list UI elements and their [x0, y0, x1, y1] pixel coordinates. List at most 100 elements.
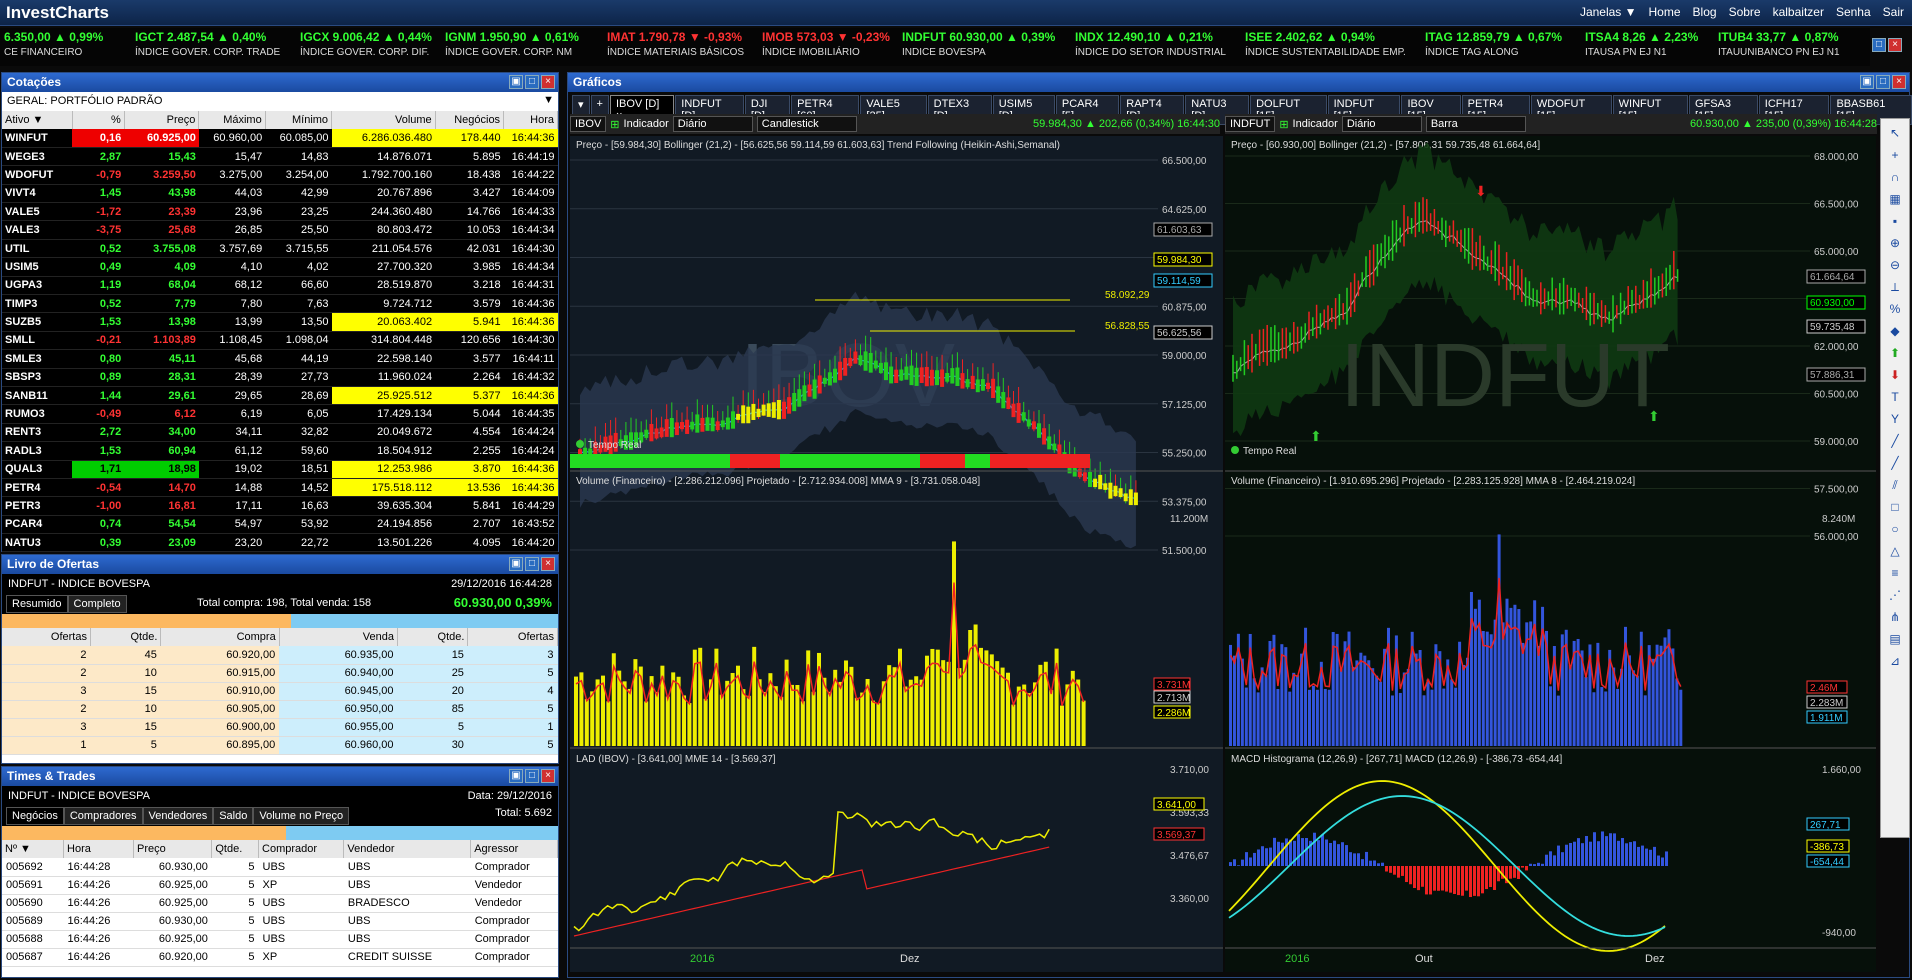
trades-tab[interactable]: Volume no Preço: [253, 807, 350, 825]
left-indicator-button[interactable]: Indicador: [624, 118, 669, 130]
trade-row[interactable]: 005690 16:44:26 60.925,00 5 UBS BRADESCO Vende…: [2, 894, 558, 913]
order-row[interactable]: 3 15 60.900,00 60.955,00 5 1: [2, 718, 558, 737]
column-header[interactable]: Nº ▼: [2, 840, 65, 858]
nav-user[interactable]: kalbaitzer: [1773, 5, 1824, 19]
channel-icon[interactable]: ⫽: [1887, 477, 1903, 493]
nav-logout[interactable]: Sair: [1883, 5, 1904, 19]
maximize-icon[interactable]: □: [1876, 75, 1890, 89]
ticker-item[interactable]: IGCX 9.006,42 ▲ 0,44% ÍNDICE GOVER. CORP.…: [300, 30, 432, 60]
ticker-item[interactable]: INDFUT 60.930,00 ▲ 0,39% INDICE BOVESPA: [902, 30, 1055, 60]
tab-complete[interactable]: Completo: [67, 595, 127, 613]
quote-row[interactable]: WDOFUT -0,79 3.259,50 3.275,00 3.254,00 1.792…: [2, 165, 558, 185]
ticker-item[interactable]: ITAG 12.859,79 ▲ 0,67% ÍNDICE TAG ALONG: [1425, 30, 1562, 60]
crosshair-icon[interactable]: +: [1887, 147, 1903, 163]
text-icon[interactable]: T: [1887, 389, 1903, 405]
quote-row[interactable]: PETR3 -1,00 16,81 17,11 16,63 39.635.304 5.841…: [2, 496, 558, 516]
column-header[interactable]: %: [72, 111, 125, 129]
trade-row[interactable]: 005688 16:44:26 60.925,00 5 UBS UBS Comprador: [2, 930, 558, 949]
column-header[interactable]: Compra: [160, 628, 280, 646]
ticker-item[interactable]: IMAT 1.790,78 ▼ -0,93% ÍNDICE MATERIAIS B…: [607, 30, 744, 60]
order-row[interactable]: 3 15 60.910,00 60.945,00 20 4: [2, 682, 558, 701]
cursor-icon[interactable]: ↖: [1887, 125, 1903, 141]
nav-home[interactable]: Home: [1649, 5, 1681, 19]
portfolio-select[interactable]: GERAL: PORTFÓLIO PADRÃO ▼: [2, 92, 558, 111]
ticker-item[interactable]: IGNM 1.950,90 ▲ 0,61% ÍNDICE GOVER. CORP.…: [445, 30, 579, 60]
close-icon[interactable]: ×: [1892, 75, 1906, 89]
fan-icon[interactable]: ⋰: [1887, 587, 1903, 603]
right-symbol-field[interactable]: INDFUT: [1225, 116, 1276, 132]
close-icon[interactable]: ×: [541, 75, 555, 89]
maximize-icon[interactable]: □: [525, 75, 539, 89]
trades-tab[interactable]: Negócios: [6, 807, 64, 825]
trade-row[interactable]: 005691 16:44:26 60.925,00 5 XP UBS Vendedor: [2, 876, 558, 895]
nav-windows[interactable]: Janelas ▼: [1580, 5, 1637, 19]
column-header[interactable]: Preço: [133, 840, 213, 858]
maximize-icon[interactable]: □: [525, 557, 539, 571]
quote-row[interactable]: TIMP3 0,52 7,79 7,80 7,63 9.724.712 3.579 16:44…: [2, 294, 558, 314]
measure-icon[interactable]: ⟂: [1887, 279, 1903, 295]
zoom-in-icon[interactable]: ⊕: [1887, 235, 1903, 251]
column-header[interactable]: Qtde.: [90, 628, 162, 646]
quote-row[interactable]: RENT3 2,72 34,00 34,11 32,82 20.049.672 4.554 1…: [2, 423, 558, 443]
column-header[interactable]: Qtde.: [397, 628, 469, 646]
close-icon[interactable]: ×: [541, 557, 555, 571]
order-row[interactable]: 1 5 60.895,00 60.960,00 30 5: [2, 736, 558, 755]
ticker-item[interactable]: 6.350,00 ▲ 0,99% CE FINANCEIRO: [4, 30, 103, 60]
circle-icon[interactable]: ○: [1887, 521, 1903, 537]
close-icon[interactable]: ×: [541, 769, 555, 783]
order-row[interactable]: 2 10 60.905,00 60.950,00 85 5: [2, 700, 558, 719]
quote-row[interactable]: UTIL 0,52 3.755,08 3.757,69 3.715,55 211.054.…: [2, 239, 558, 259]
close-icon[interactable]: ×: [1888, 38, 1902, 52]
maximize-icon[interactable]: □: [525, 769, 539, 783]
quote-row[interactable]: PETR4 -0,54 14,70 14,88 14,52 175.518.112 13.5…: [2, 478, 558, 498]
zoom-out-icon[interactable]: ⊖: [1887, 257, 1903, 273]
pin-icon[interactable]: ▣: [1860, 75, 1874, 89]
ticker-item[interactable]: IGCT 2.487,54 ▲ 0,40% ÍNDICE GOVER. CORP.…: [135, 30, 280, 60]
nav-blog[interactable]: Blog: [1693, 5, 1717, 19]
trade-row[interactable]: 005687 16:44:26 60.920,00 5 XP CREDIT SUISSE C…: [2, 948, 558, 967]
pin-icon[interactable]: ▣: [509, 75, 523, 89]
arrow-down-icon[interactable]: ⬇: [1887, 367, 1903, 383]
quote-row[interactable]: RADL3 1,53 60,94 61,12 59,60 18.504.912 2.255 1…: [2, 441, 558, 461]
column-header[interactable]: Venda: [279, 628, 399, 646]
table-icon[interactable]: ▦: [1887, 191, 1903, 207]
quote-row[interactable]: SUZB5 1,53 13,98 13,99 13,50 20.063.402 5.941 1…: [2, 312, 558, 332]
quote-row[interactable]: PCAR4 0,74 54,54 54,97 53,92 24.194.856 2.707 1…: [2, 515, 558, 535]
arrow-up-icon[interactable]: ⬆: [1887, 345, 1903, 361]
ticker-item[interactable]: ISEE 2.402,62 ▲ 0,94% ÍNDICE SUSTENTABILI…: [1245, 30, 1406, 60]
column-header[interactable]: Preço: [124, 111, 200, 129]
percent-icon[interactable]: %: [1887, 301, 1903, 317]
right-indicator-button[interactable]: Indicador: [1293, 118, 1338, 130]
quote-row[interactable]: NATU3 0,39 23,09 23,20 22,72 13.501.226 4.095 1…: [2, 533, 558, 553]
rectangle-icon[interactable]: □: [1887, 499, 1903, 515]
grid-icon[interactable]: ▤: [1887, 631, 1903, 647]
quote-row[interactable]: VALE5 -1,72 23,39 23,96 23,25 244.360.480 14.7…: [2, 202, 558, 222]
trades-tab[interactable]: Compradores: [63, 807, 143, 825]
quote-row[interactable]: WINFUT 0,16 60.925,00 60.960,00 60.085,00 6.2…: [2, 129, 558, 148]
quote-row[interactable]: SANB11 1,44 29,61 29,65 28,69 25.925.512 5.377…: [2, 386, 558, 406]
nav-about[interactable]: Sobre: [1729, 5, 1761, 19]
add-indicator-icon[interactable]: ⊞: [1279, 118, 1288, 131]
column-header[interactable]: Agressor: [470, 840, 558, 858]
quote-row[interactable]: QUAL3 1,71 18,98 19,02 18,51 12.253.986 3.870 1…: [2, 460, 558, 479]
nav-password[interactable]: Senha: [1836, 5, 1871, 19]
pin-icon[interactable]: ▣: [509, 769, 523, 783]
ticker-item[interactable]: INDX 12.490,10 ▲ 0,21% ÍNDICE DO SETOR IN…: [1075, 30, 1226, 60]
ticker-item[interactable]: ITUB4 33,77 ▲ 0,87% ITAUUNIBANCO PN EJ N1: [1718, 30, 1840, 60]
quote-row[interactable]: WEGE3 2,87 15,43 15,47 14,83 14.876.071 5.895 1…: [2, 147, 558, 167]
magnet-icon[interactable]: ∩: [1887, 169, 1903, 185]
trades-tab[interactable]: Saldo: [213, 807, 254, 825]
ticker-item[interactable]: IMOB 573,03 ▼ -0,23% ÍNDICE IMOBILIÁRIO: [762, 30, 890, 60]
right-period-select[interactable]: Diário: [1341, 116, 1422, 132]
quote-row[interactable]: SMLL -0,21 1.103,89 1.108,45 1.098,04 314.804…: [2, 331, 558, 351]
ticker-item[interactable]: ITSA4 8,26 ▲ 2,23% ITAUSA PN EJ N1: [1585, 30, 1698, 60]
left-symbol-field[interactable]: IBOV: [570, 116, 607, 132]
maximize-icon[interactable]: □: [1872, 38, 1886, 52]
column-header[interactable]: Vendedor: [343, 840, 472, 858]
tab-summary[interactable]: Resumido: [6, 595, 68, 613]
quote-row[interactable]: UGPA3 1,19 68,04 68,12 66,60 28.519.870 3.218 1…: [2, 276, 558, 296]
quote-row[interactable]: SMLE3 0,80 45,11 45,68 44,19 22.598.140 3.577 1…: [2, 349, 558, 369]
ruler-icon[interactable]: ⊿: [1887, 653, 1903, 669]
quote-row[interactable]: RUMO3 -0,49 6,12 6,19 6,05 17.429.134 5.044 16:…: [2, 404, 558, 424]
order-row[interactable]: 2 45 60.920,00 60.935,00 15 3: [2, 646, 558, 665]
